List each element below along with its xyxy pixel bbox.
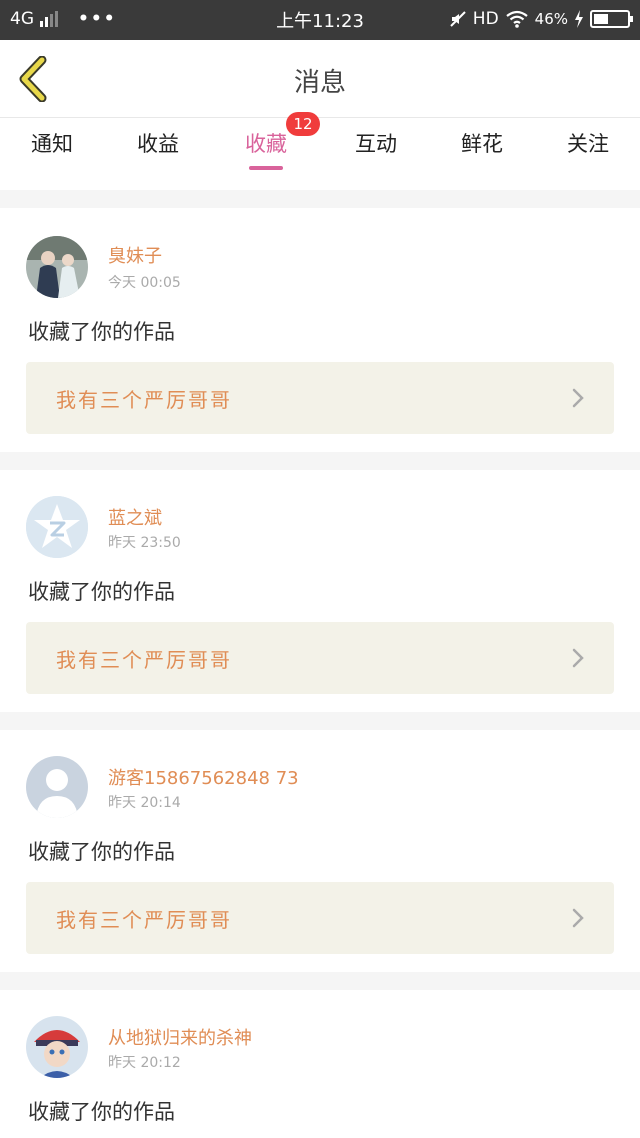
message-card: 游客15867562848 73 昨天 20:14 收藏了你的作品 我有三个严厉… <box>0 730 640 972</box>
tab-label: 互动 <box>355 132 397 156</box>
mute-icon <box>450 11 466 27</box>
user-name[interactable]: 从地狱归来的杀神 <box>108 1024 252 1050</box>
action-text: 收藏了你的作品 <box>28 840 175 864</box>
user-name[interactable]: 臭妹子 <box>108 242 162 268</box>
user-name[interactable]: 蓝之斌 <box>108 504 162 530</box>
chevron-right-icon <box>572 908 584 928</box>
default-user-avatar-icon <box>26 756 88 818</box>
action-text: 收藏了你的作品 <box>28 320 175 344</box>
message-card: 蓝之斌 昨天 23:50 收藏了你的作品 我有三个严厉哥哥 <box>0 470 640 712</box>
avatar[interactable] <box>26 1016 88 1078</box>
tab-label: 收藏 <box>245 132 287 156</box>
work-title: 我有三个严厉哥哥 <box>56 908 232 932</box>
message-card: 从地狱归来的杀神 昨天 20:12 收藏了你的作品 <box>0 990 640 1138</box>
tab-interactions[interactable]: 互动 <box>336 128 416 158</box>
work-title: 我有三个严厉哥哥 <box>56 388 232 412</box>
work-link[interactable]: 我有三个严厉哥哥 <box>26 622 614 694</box>
message-card: 臭妹子 今天 00:05 收藏了你的作品 我有三个严厉哥哥 <box>0 208 640 452</box>
tab-notifications[interactable]: 通知 <box>12 128 92 158</box>
wifi-icon <box>505 10 528 28</box>
tab-label: 通知 <box>31 132 73 156</box>
charging-icon <box>575 10 583 28</box>
unread-count-badge: 12 <box>286 112 320 136</box>
message-time: 昨天 20:14 <box>108 795 181 811</box>
message-time: 昨天 20:12 <box>108 1055 181 1071</box>
tab-follows[interactable]: 关注 <box>548 128 628 158</box>
avatar[interactable] <box>26 756 88 818</box>
message-time: 今天 00:05 <box>108 275 181 291</box>
top-header: 消息 <box>0 40 640 118</box>
action-text: 收藏了你的作品 <box>28 1100 175 1124</box>
tab-label: 鲜花 <box>461 132 503 156</box>
qzone-avatar-icon <box>26 496 88 558</box>
work-link[interactable]: 我有三个严厉哥哥 <box>26 882 614 954</box>
page-title: 消息 <box>293 68 346 98</box>
work-title: 我有三个严厉哥哥 <box>56 648 232 672</box>
tab-label: 关注 <box>567 132 609 156</box>
active-tab-indicator <box>249 166 283 170</box>
cartoon-avatar-icon <box>26 1016 88 1078</box>
action-text: 收藏了你的作品 <box>28 580 175 604</box>
user-name[interactable]: 游客15867562848 73 <box>108 764 299 790</box>
battery-icon <box>590 10 633 28</box>
avatar[interactable] <box>26 236 88 298</box>
tab-label: 收益 <box>137 132 179 156</box>
tab-bar: 通知 收益 收藏 互动 鲜花 关注 <box>0 118 640 190</box>
status-bar: 4G ••• 上午11:23 HD 46% <box>0 0 640 40</box>
photo-avatar-icon <box>26 236 88 298</box>
work-link[interactable]: 我有三个严厉哥哥 <box>26 362 614 434</box>
chevron-right-icon <box>572 648 584 668</box>
tab-flowers[interactable]: 鲜花 <box>442 128 522 158</box>
tab-earnings[interactable]: 收益 <box>118 128 198 158</box>
message-time: 昨天 23:50 <box>108 535 181 551</box>
avatar[interactable] <box>26 496 88 558</box>
chevron-right-icon <box>572 388 584 408</box>
battery-percent: 46% <box>534 10 568 28</box>
hd-label: HD <box>472 9 499 29</box>
